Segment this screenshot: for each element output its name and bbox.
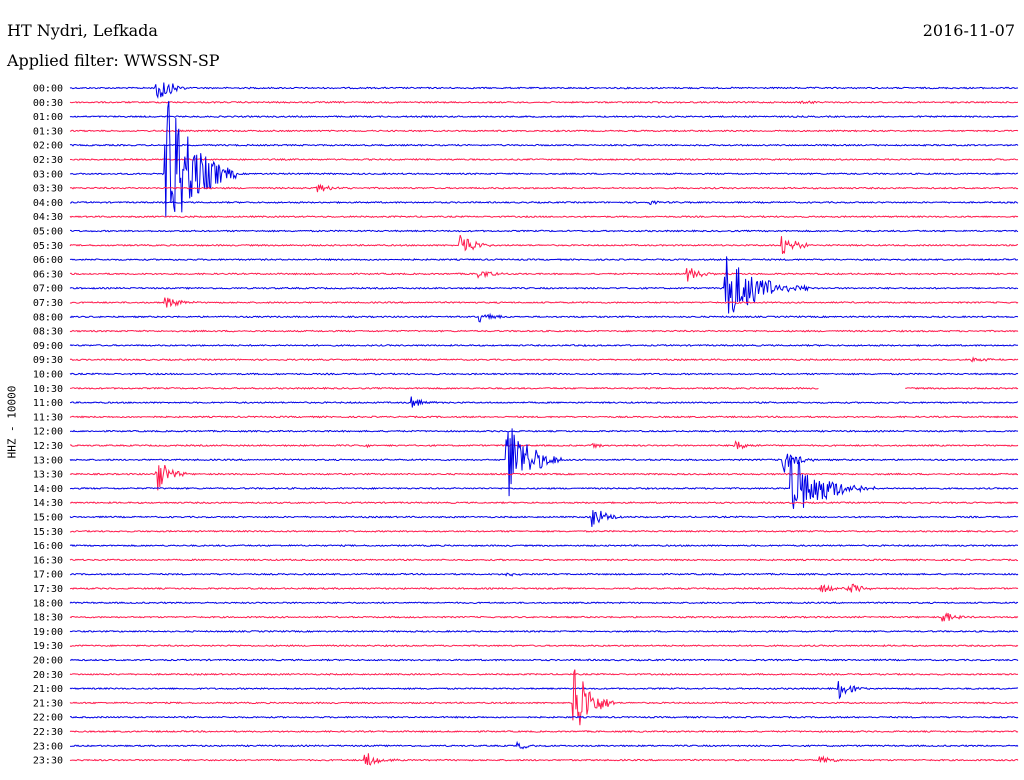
row-time-label: 15:00 <box>33 513 63 524</box>
row-time-label: 07:30 <box>33 298 63 309</box>
trace-row <box>69 672 1019 676</box>
row-time-label: 22:30 <box>33 727 63 738</box>
trace-row <box>69 297 1019 308</box>
trace-row <box>69 157 1019 162</box>
trace-row <box>69 312 1019 323</box>
trace-row <box>69 256 1019 314</box>
trace-row <box>69 343 1019 347</box>
trace-row <box>69 644 1019 648</box>
row-time-label: 08:30 <box>33 327 63 338</box>
trace-row <box>69 715 1019 719</box>
trace-row <box>69 356 1019 363</box>
trace-row <box>69 558 1019 562</box>
row-time-label: 20:30 <box>33 670 63 681</box>
trace-row <box>69 572 1019 577</box>
trace-row <box>69 115 1019 119</box>
trace-row <box>69 234 1018 255</box>
row-time-label: 04:00 <box>33 198 63 209</box>
row-time-label: 00:30 <box>33 98 63 109</box>
trace-row <box>69 429 1019 433</box>
trace-row <box>69 258 1018 262</box>
trace-row <box>69 544 1019 548</box>
trace-row <box>69 658 1019 662</box>
trace-row <box>69 753 1019 766</box>
trace-row <box>69 143 1019 147</box>
trace-row <box>70 200 1019 206</box>
row-time-label: 05:30 <box>33 241 63 252</box>
trace-row <box>69 100 1019 105</box>
row-time-label: 23:30 <box>33 756 63 767</box>
trace-row <box>69 583 1019 593</box>
row-time-label: 19:30 <box>33 641 63 652</box>
row-time-label: 17:30 <box>33 584 63 595</box>
row-time-label: 12:30 <box>33 441 63 452</box>
row-time-label: 01:30 <box>33 126 63 137</box>
seismogram-chart: 00:00 00:30 01:00 01:30 02:00 02:30 03:00 03:30… <box>33 82 1019 767</box>
row-time-label: 15:30 <box>33 527 63 538</box>
trace-row <box>69 464 1018 491</box>
row-time-label: 04:30 <box>33 212 63 223</box>
row-time-label: 21:30 <box>33 698 63 709</box>
row-time-label: 01:00 <box>33 112 63 123</box>
trace-row <box>69 386 819 390</box>
row-time-label: 16:00 <box>33 541 63 552</box>
trace-row <box>69 510 1019 527</box>
row-time-label: 21:00 <box>33 684 63 695</box>
row-time-label: 23:00 <box>33 741 63 752</box>
row-time-label: 10:30 <box>33 384 63 395</box>
trace-row <box>69 681 1019 700</box>
row-time-label: 17:00 <box>33 570 63 581</box>
row-time-label: 02:00 <box>33 141 63 152</box>
trace-row <box>70 396 1019 408</box>
trace-row <box>69 82 1018 99</box>
row-time-label: 07:00 <box>33 284 63 295</box>
trace-row <box>69 601 1019 605</box>
trace-row <box>69 440 1019 450</box>
row-time-label: 08:00 <box>33 312 63 323</box>
trace-row <box>70 229 1019 233</box>
trace-row <box>905 386 1019 390</box>
row-time-label: 11:00 <box>33 398 63 409</box>
row-time-label: 00:00 <box>33 84 63 95</box>
trace-row <box>69 129 1019 133</box>
row-time-label: 19:00 <box>33 627 63 638</box>
trace-row <box>69 415 1019 419</box>
row-time-label: 14:00 <box>33 484 63 495</box>
row-time-label: 18:30 <box>33 613 63 624</box>
row-time-label: 02:30 <box>33 155 63 166</box>
row-time-label: 11:30 <box>33 412 63 423</box>
row-time-label: 14:30 <box>33 498 63 509</box>
row-time-label: 12:00 <box>33 427 63 438</box>
row-time-label: 09:30 <box>33 355 63 366</box>
trace-row <box>69 501 1019 505</box>
trace-row <box>69 740 1019 750</box>
trace-row <box>69 457 1019 509</box>
row-time-label: 03:00 <box>33 169 63 180</box>
row-time-label: 22:00 <box>33 713 63 724</box>
trace-row <box>69 612 1019 622</box>
row-time-label: 10:00 <box>33 370 63 381</box>
trace-row <box>69 268 1019 282</box>
row-time-label: 16:30 <box>33 555 63 566</box>
row-time-label: 09:00 <box>33 341 63 352</box>
trace-row <box>69 329 1019 333</box>
row-time-label: 20:00 <box>33 656 63 667</box>
trace-row <box>69 372 1019 376</box>
row-time-label: 18:00 <box>33 598 63 609</box>
trace-row <box>69 629 1019 633</box>
row-time-label: 05:00 <box>33 227 63 238</box>
row-time-label: 06:30 <box>33 269 63 280</box>
trace-row <box>69 730 1019 734</box>
row-time-label: 06:00 <box>33 255 63 266</box>
trace-row <box>69 428 1019 497</box>
row-time-label: 13:30 <box>33 470 63 481</box>
trace-row <box>69 529 1019 533</box>
trace-row <box>69 183 1019 193</box>
row-time-label: 13:00 <box>33 455 63 466</box>
trace-row <box>69 215 1019 219</box>
row-time-label: 03:30 <box>33 184 63 195</box>
